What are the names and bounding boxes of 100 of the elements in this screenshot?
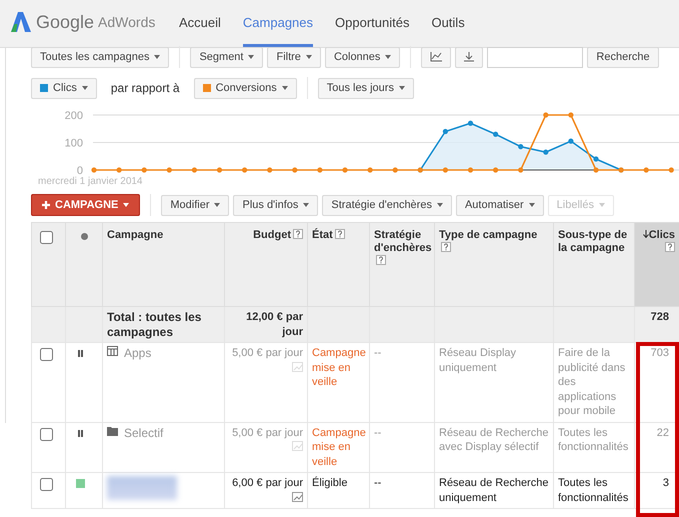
point (242, 167, 248, 173)
point (468, 167, 474, 173)
action-dropdown[interactable]: Stratégie d'enchères (322, 194, 452, 216)
dropdown-button[interactable]: Filtre (267, 46, 321, 68)
campaign-type: Réseau de Recherche avec Display sélectif (434, 422, 554, 472)
point (593, 167, 599, 173)
axis-label: 100 (64, 138, 83, 150)
dropdown-button[interactable]: Toutes les campagnes (31, 46, 170, 68)
strategy-value: -- (370, 472, 434, 508)
campaign-subtype: Faire de la publicité dans des applications pour mobile (554, 342, 634, 422)
point (392, 167, 398, 173)
help-icon[interactable] (441, 242, 451, 252)
line-chart-icon (430, 52, 442, 62)
point (317, 167, 322, 173)
point (543, 150, 548, 155)
date-label: mercredi 1 janvier 2014 (38, 176, 142, 187)
logo-icon (10, 11, 32, 33)
pause-icon[interactable] (78, 350, 83, 357)
metric-dropdown[interactable]: Clics (31, 78, 97, 98)
sort-arrow-icon (642, 230, 649, 238)
column-header[interactable]: Type de campagne (434, 222, 554, 306)
campaign-type: Réseau Display uniquement (434, 342, 554, 422)
download-icon (464, 52, 474, 62)
point (442, 167, 448, 173)
action-dropdown[interactable]: Modifier (161, 194, 230, 216)
total-clicks: 728 (634, 306, 679, 342)
pause-icon[interactable] (78, 430, 83, 436)
folder-icon (107, 426, 118, 436)
period-dropdown[interactable]: Tous les jours (318, 78, 414, 98)
budget-value: 5,00 € par jour (231, 426, 303, 440)
nav-tab[interactable]: Outils (431, 15, 465, 47)
compare-label: par rapport à (110, 81, 180, 95)
axis-label: 0 (76, 165, 83, 177)
point (91, 167, 97, 173)
total-budget: 12,00 € par jour (224, 306, 308, 342)
budget-value: 5,00 € par jour (231, 346, 303, 360)
status-text: Campagne mise en veille (308, 422, 370, 472)
budget-value: 6,00 € par jour (231, 476, 303, 490)
column-header[interactable]: Budget (224, 222, 308, 306)
help-icon[interactable] (376, 255, 386, 265)
search-field[interactable] (487, 46, 584, 68)
point (593, 156, 599, 162)
row-checkbox[interactable] (40, 428, 53, 440)
point (442, 128, 448, 134)
download-button[interactable] (455, 46, 484, 68)
strategy-value: -- (370, 342, 434, 422)
nav-tab[interactable]: Accueil (179, 15, 221, 47)
status-dot-icon (80, 233, 88, 240)
point (342, 167, 348, 173)
point (216, 167, 222, 173)
logo-text: AdWords (98, 14, 156, 30)
point (518, 167, 524, 173)
help-icon[interactable] (334, 229, 345, 239)
action-dropdown[interactable]: Plus d'infos (233, 194, 318, 216)
select-all-checkbox[interactable] (40, 231, 53, 244)
column-header[interactable]: Clics (634, 222, 679, 306)
point (192, 167, 197, 173)
point (166, 167, 172, 173)
point (292, 167, 298, 173)
dropdown-button[interactable]: Colonnes (324, 46, 400, 68)
nav-tab[interactable]: Opportunités (335, 15, 410, 47)
point (493, 167, 498, 173)
new-campaign-button[interactable]: CAMPAGNE (31, 194, 140, 216)
total-label: Total : toutes les campagnes (102, 306, 224, 342)
column-header[interactable]: État (308, 222, 370, 306)
strategy-value: -- (370, 422, 434, 472)
status-text: Éligible (308, 472, 370, 508)
point (142, 167, 147, 173)
campaign-type: Réseau de Recherche uniquement (434, 472, 554, 508)
metric-dropdown[interactable]: Conversions (194, 78, 297, 98)
trend-icon[interactable] (292, 492, 303, 502)
campaign-subtype: Toutes les fonctionnalités (554, 422, 634, 472)
point (518, 144, 524, 150)
point (116, 167, 122, 173)
grid-icon (107, 346, 118, 356)
campaign-subtype: Toutes les fonctionnalités (554, 472, 634, 508)
row-checkbox[interactable] (40, 348, 53, 361)
status-text: Campagne mise en veille (308, 342, 370, 422)
dropdown-button[interactable]: Segment (190, 46, 264, 68)
row-checkbox[interactable] (40, 478, 53, 491)
column-header[interactable]: Campagne (102, 222, 224, 306)
point (668, 167, 674, 173)
logo-text: Google (36, 12, 94, 32)
point (543, 112, 548, 118)
point (493, 132, 498, 137)
help-icon[interactable] (665, 242, 675, 252)
blurred-name-placeholder (107, 476, 177, 500)
axis-label: 200 (64, 110, 83, 122)
action-dropdown[interactable]: Automatiser (456, 194, 544, 216)
point (468, 120, 474, 126)
plus-icon (42, 201, 50, 209)
point (267, 167, 272, 173)
point (644, 167, 649, 173)
point (568, 112, 574, 118)
chart-button[interactable] (421, 46, 452, 68)
column-header[interactable]: Stratégie d'enchères (370, 222, 434, 306)
help-icon[interactable] (293, 229, 303, 239)
point (368, 167, 373, 173)
search-button[interactable]: Recherche (587, 46, 659, 68)
column-header[interactable]: Sous-type de la campagne (554, 222, 634, 306)
